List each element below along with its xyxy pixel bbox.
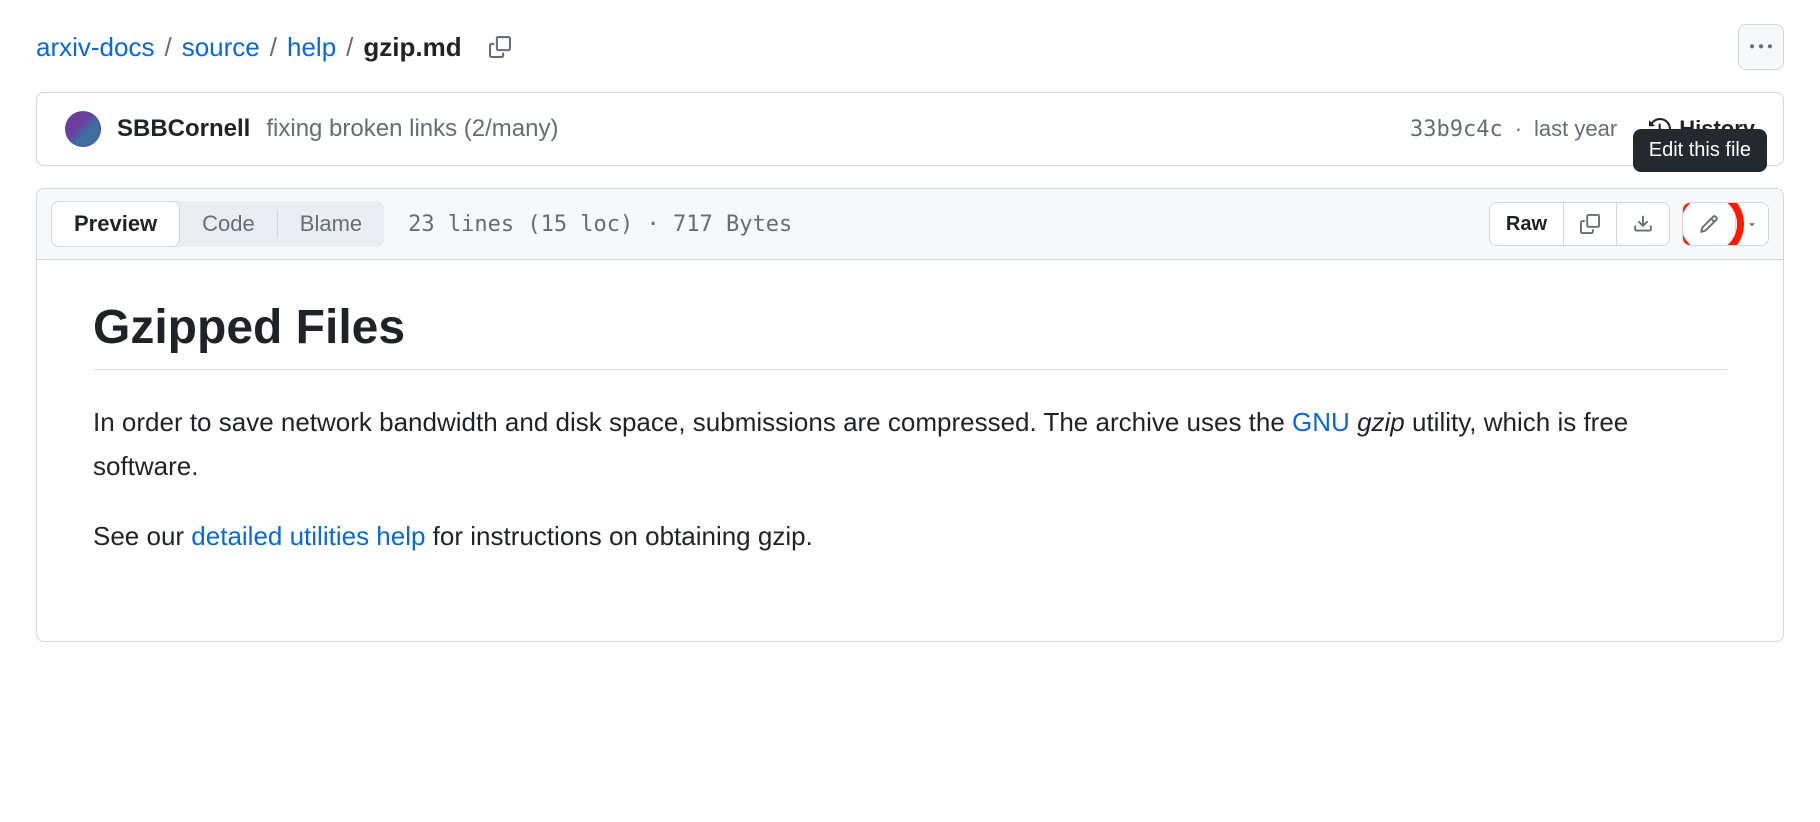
commit-message[interactable]: fixing broken links (2/many) — [266, 115, 558, 143]
more-options-button[interactable] — [1738, 24, 1784, 70]
edit-tooltip: Edit this file — [1633, 129, 1767, 172]
text — [1350, 407, 1357, 437]
breadcrumb: arxiv-docs / source / help / gzip.md — [36, 32, 514, 63]
file-view-card: Preview Code Blame 23 lines (15 loc) · 7… — [36, 188, 1784, 642]
file-content: Gzipped Files In order to save network b… — [37, 260, 1783, 641]
pencil-icon — [1699, 214, 1719, 234]
link-gnu[interactable]: GNU — [1292, 407, 1350, 437]
text-emphasis: gzip — [1357, 407, 1405, 437]
kebab-icon — [1750, 36, 1772, 58]
commit-when: last year — [1534, 116, 1617, 142]
doc-paragraph: In order to save network bandwidth and d… — [93, 400, 1727, 488]
file-meta: 23 lines (15 loc) · 717 Bytes — [408, 212, 792, 237]
text: for instructions on obtaining gzip. — [425, 521, 812, 551]
raw-group: Raw — [1489, 202, 1670, 246]
avatar[interactable] — [65, 111, 101, 147]
edit-dropdown-button[interactable] — [1736, 203, 1768, 245]
edit-file-button[interactable] — [1683, 203, 1736, 245]
copy-icon — [1580, 214, 1600, 234]
file-toolbar: Preview Code Blame 23 lines (15 loc) · 7… — [37, 189, 1783, 260]
breadcrumb-current: gzip.md — [363, 32, 461, 63]
tab-preview[interactable]: Preview — [51, 201, 180, 247]
breadcrumb-link-repo[interactable]: arxiv-docs — [36, 32, 154, 63]
dot-sep: · — [1513, 116, 1524, 142]
caret-down-icon — [1746, 218, 1758, 230]
text: In order to save network bandwidth and d… — [93, 407, 1292, 437]
breadcrumb-link-help[interactable]: help — [287, 32, 336, 63]
tab-blame[interactable]: Blame — [278, 201, 384, 247]
text: See our — [93, 521, 191, 551]
latest-commit-card: SBBCornell fixing broken links (2/many) … — [36, 92, 1784, 166]
breadcrumb-sep: / — [160, 32, 175, 63]
commit-sha[interactable]: 33b9c4c — [1410, 117, 1503, 142]
download-raw-button[interactable] — [1617, 203, 1669, 245]
edit-group — [1682, 202, 1769, 246]
copy-icon — [489, 36, 511, 58]
copy-path-button[interactable] — [486, 33, 514, 61]
breadcrumb-sep: / — [266, 32, 281, 63]
doc-paragraph: See our detailed utilities help for inst… — [93, 514, 1727, 558]
tab-code[interactable]: Code — [180, 201, 277, 247]
breadcrumb-sep: / — [342, 32, 357, 63]
download-icon — [1633, 214, 1653, 234]
raw-button[interactable]: Raw — [1490, 203, 1564, 245]
doc-heading: Gzipped Files — [93, 300, 1727, 370]
link-utilities-help[interactable]: detailed utilities help — [191, 521, 425, 551]
breadcrumb-link-source[interactable]: source — [182, 32, 260, 63]
view-mode-tabs: Preview Code Blame — [51, 201, 384, 247]
copy-raw-button[interactable] — [1564, 203, 1617, 245]
commit-author[interactable]: SBBCornell — [117, 115, 250, 143]
